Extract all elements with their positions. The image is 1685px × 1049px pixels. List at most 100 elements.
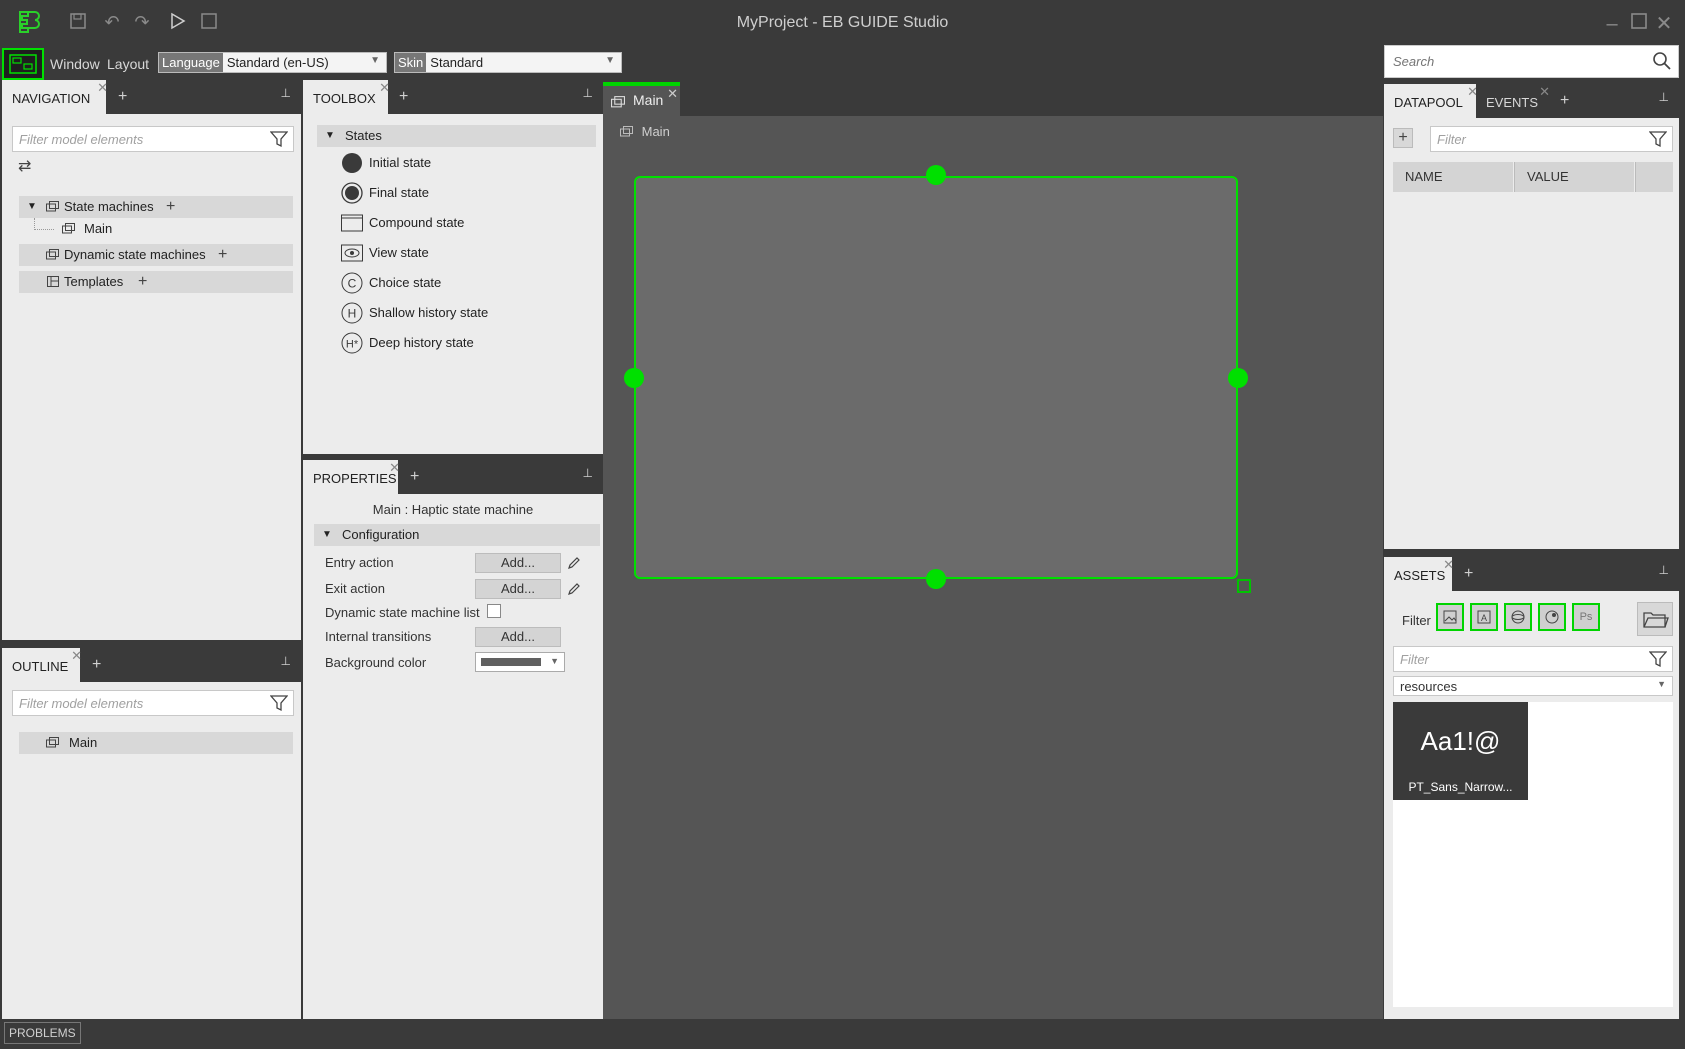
pin-icon[interactable]: ⊥	[1659, 90, 1669, 104]
tool-deep-history-state[interactable]: H* Deep history state	[341, 330, 591, 356]
tab-navigation[interactable]: NAVIGATION ✕	[2, 80, 108, 114]
tab-main-editor[interactable]: Main ✕	[603, 82, 680, 116]
outline-item-label: Main	[69, 735, 98, 750]
close-icon[interactable]: ✕	[667, 86, 678, 102]
column-header-value[interactable]: VALUE	[1514, 162, 1634, 192]
add-tab-icon[interactable]: +	[92, 656, 101, 674]
image-filter-button[interactable]	[1436, 603, 1464, 631]
add-tab-icon[interactable]: +	[118, 88, 127, 106]
tab-outline[interactable]: OUTLINE ✕	[2, 648, 82, 682]
close-icon[interactable]: ✕	[379, 80, 390, 96]
pin-icon[interactable]: ⊥	[583, 86, 593, 100]
properties-group-configuration[interactable]: ▼ Configuration	[314, 524, 600, 546]
add-tab-icon[interactable]: +	[1464, 565, 1473, 583]
expand-arrow-icon[interactable]: ▼	[325, 125, 335, 147]
dynamic-state-machine-list-checkbox[interactable]	[487, 604, 501, 618]
filter-icon[interactable]	[1649, 650, 1667, 668]
resources-select[interactable]: resources ▼	[1393, 676, 1673, 696]
close-icon[interactable]: ✕	[71, 648, 82, 664]
expand-arrow-icon[interactable]: ▼	[27, 196, 37, 218]
tab-assets[interactable]: ASSETS ✕	[1384, 557, 1454, 591]
add-tab-icon[interactable]: +	[399, 88, 408, 106]
tool-initial-state[interactable]: Initial state	[341, 150, 591, 176]
image-icon	[1443, 610, 1457, 624]
menu-layout[interactable]: Layout	[107, 56, 149, 72]
tree-item-dynamic-state-machines[interactable]: Dynamic state machines +	[19, 244, 293, 266]
resize-handle-top[interactable]	[926, 165, 946, 185]
tool-compound-state[interactable]: Compound state	[341, 210, 591, 236]
tab-toolbox[interactable]: TOOLBOX ✕	[303, 80, 390, 114]
font-filter-button[interactable]: A	[1470, 603, 1498, 631]
menu-window[interactable]: Window	[50, 56, 100, 72]
column-header-name[interactable]: NAME	[1393, 162, 1513, 192]
maximize-icon[interactable]	[1627, 12, 1651, 36]
resize-handle-corner[interactable]	[1237, 579, 1251, 593]
asset-tile-font[interactable]: Aa1!@ PT_Sans_Narrow...	[1393, 702, 1528, 800]
pin-icon[interactable]: ⊥	[281, 86, 291, 100]
search-icon[interactable]	[1652, 51, 1672, 71]
pencil-icon[interactable]	[567, 556, 581, 570]
add-entry-button[interactable]: +	[1393, 128, 1413, 148]
state-machine-box[interactable]	[634, 176, 1238, 579]
tree-connector	[34, 218, 54, 230]
search-input[interactable]	[1385, 46, 1635, 77]
tool-final-state[interactable]: Final state	[341, 180, 591, 206]
tab-properties[interactable]: PROPERTIES ✕	[303, 460, 400, 494]
tab-datapool[interactable]: DATAPOOL ✕	[1384, 84, 1478, 118]
datapool-filter[interactable]: Filter	[1430, 126, 1673, 152]
psd-filter-button[interactable]: Ps	[1572, 603, 1600, 631]
properties-subject: Main : Haptic state machine	[372, 502, 534, 517]
exit-action-add-button[interactable]: Add...	[475, 579, 561, 599]
add-icon[interactable]: +	[138, 271, 147, 293]
outline-filter[interactable]: Filter model elements	[12, 690, 294, 716]
resize-handle-bottom[interactable]	[926, 569, 946, 589]
add-icon[interactable]: +	[166, 196, 175, 218]
breadcrumb-item[interactable]: Main	[642, 124, 670, 139]
properties-header: PROPERTIES ✕ + ⊥	[303, 460, 603, 494]
project-overview-button[interactable]	[2, 48, 44, 80]
toolbox-group-states[interactable]: ▼ States	[317, 125, 596, 147]
add-tab-icon[interactable]: +	[1560, 92, 1569, 110]
navigation-header: NAVIGATION ✕ + ⊥	[2, 80, 301, 114]
filter-icon[interactable]	[270, 694, 288, 712]
resize-handle-right[interactable]	[1228, 368, 1248, 388]
global-search[interactable]	[1384, 45, 1679, 78]
tool-shallow-history-state[interactable]: H Shallow history state	[341, 300, 591, 326]
pin-icon[interactable]: ⊥	[583, 466, 593, 480]
shader-filter-button[interactable]	[1538, 603, 1566, 631]
tool-choice-state[interactable]: C Choice state	[341, 270, 591, 296]
problems-button[interactable]: PROBLEMS	[4, 1022, 81, 1044]
close-icon[interactable]: ✕	[389, 460, 400, 476]
entry-action-add-button[interactable]: Add...	[475, 553, 561, 573]
filter-icon[interactable]	[1649, 130, 1667, 148]
filter-icon[interactable]	[270, 130, 288, 148]
pin-icon[interactable]: ⊥	[1659, 563, 1669, 577]
internal-transitions-add-button[interactable]: Add...	[475, 627, 561, 647]
tool-view-state[interactable]: View state	[341, 240, 591, 266]
filter-placeholder: Filter	[1437, 132, 1466, 147]
close-icon[interactable]: ✕	[1652, 12, 1676, 36]
close-icon[interactable]: ✕	[1539, 84, 1550, 100]
navigation-filter[interactable]: Filter model elements	[12, 126, 294, 152]
pin-icon[interactable]: ⊥	[281, 654, 291, 668]
mesh-filter-button[interactable]	[1504, 603, 1532, 631]
expand-arrow-icon[interactable]: ▼	[322, 524, 332, 546]
close-icon[interactable]: ✕	[1443, 557, 1454, 573]
pencil-icon[interactable]	[567, 582, 581, 596]
tree-item-main[interactable]: Main	[54, 218, 204, 240]
resize-handle-left[interactable]	[624, 368, 644, 388]
sync-icon[interactable]: ⇄	[18, 156, 31, 176]
open-folder-button[interactable]	[1637, 602, 1673, 636]
tree-item-templates[interactable]: Templates +	[19, 271, 293, 293]
skin-select[interactable]: Skin Standard ▼	[394, 52, 622, 73]
add-tab-icon[interactable]: +	[410, 468, 419, 486]
minimize-icon[interactable]: –	[1600, 12, 1624, 36]
tab-events[interactable]: EVENTS ✕	[1476, 84, 1550, 118]
language-select[interactable]: Language Standard (en-US) ▼	[158, 52, 387, 73]
add-icon[interactable]: +	[218, 244, 227, 266]
tree-item-state-machines[interactable]: ▼ State machines +	[19, 196, 293, 218]
close-icon[interactable]: ✕	[97, 80, 108, 96]
background-color-picker[interactable]: ▼	[475, 652, 565, 672]
outline-item-main[interactable]: Main	[19, 732, 293, 754]
assets-filter[interactable]: Filter	[1393, 646, 1673, 672]
